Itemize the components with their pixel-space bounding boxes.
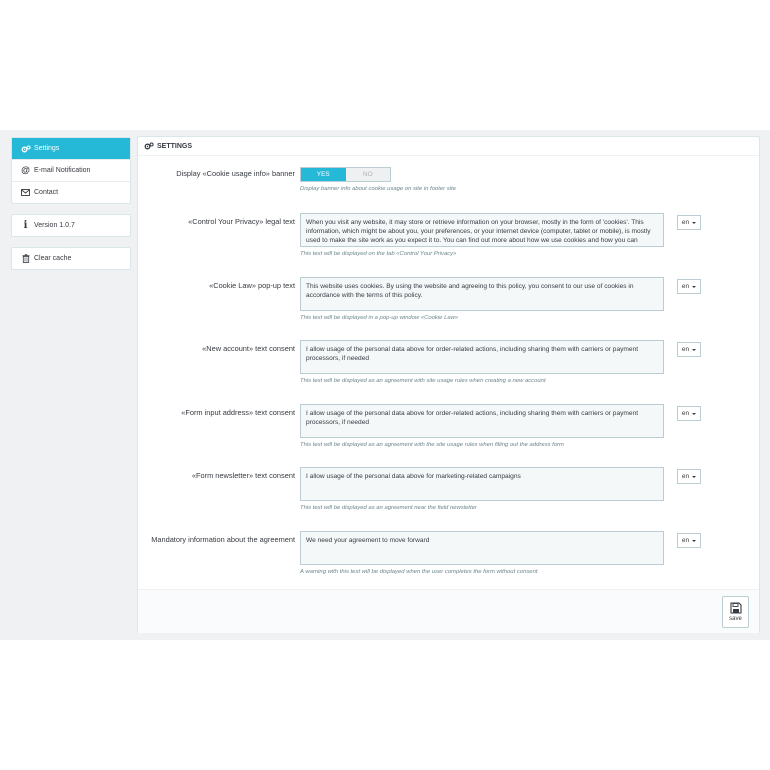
- language-label: en: [681, 346, 690, 353]
- clear-cache-label: Clear cache: [34, 255, 72, 262]
- help-text: This text will be displayed on the tab «…: [300, 251, 457, 257]
- panel-header: SETTINGS: [138, 137, 759, 156]
- caret-down-icon: [692, 475, 697, 478]
- new-account-textarea[interactable]: I allow usage of the personal data above…: [300, 340, 664, 374]
- info-icon: i: [23, 220, 28, 231]
- sidebar-menu: Settings @ E-mail Notification Contact: [11, 137, 131, 204]
- save-label: save: [729, 616, 742, 622]
- toggle-yes[interactable]: YES: [301, 168, 346, 181]
- sidebar: Settings @ E-mail Notification Contact i…: [11, 137, 131, 270]
- sidebar-item-label: E-mail Notification: [34, 167, 91, 174]
- language-label: en: [681, 537, 690, 544]
- newsletter-textarea[interactable]: I allow usage of the personal data above…: [300, 467, 664, 501]
- language-label: en: [681, 473, 690, 480]
- envelope-icon: [20, 189, 31, 196]
- cookie-law-textarea[interactable]: This website uses cookies. By using the …: [300, 277, 664, 311]
- at-icon: @: [21, 165, 30, 175]
- language-select[interactable]: en: [677, 342, 701, 357]
- sidebar-item-label: Contact: [34, 189, 59, 196]
- language-select[interactable]: en: [677, 215, 701, 230]
- floppy-disk-icon: [729, 602, 742, 614]
- language-label: en: [681, 219, 690, 226]
- gears-icon: [144, 142, 154, 150]
- help-text: This text will be displayed as an agreem…: [300, 442, 564, 448]
- help-text: This text will be displayed as an agreem…: [300, 378, 546, 384]
- caret-down-icon: [692, 412, 697, 415]
- mandatory-info-textarea[interactable]: We need your agreement to move forward: [300, 531, 664, 565]
- gears-icon: [20, 145, 31, 153]
- sidebar-item-label: Settings: [34, 145, 60, 152]
- clear-cache-button[interactable]: Clear cache: [11, 247, 131, 270]
- sidebar-item-contact[interactable]: Contact: [12, 182, 130, 203]
- save-button[interactable]: save: [722, 596, 749, 628]
- sidebar-item-email-notification[interactable]: @ E-mail Notification: [12, 160, 130, 182]
- field-label: «Form input address» text consent: [181, 408, 295, 417]
- help-text: This text will be displayed in a pop-up …: [300, 315, 459, 321]
- version-box: i Version 1.0.7: [11, 214, 131, 237]
- language-select[interactable]: en: [677, 279, 701, 294]
- settings-panel: SETTINGS Display «Cookie usage info» ban…: [137, 136, 760, 633]
- control-privacy-textarea[interactable]: When you visit any website, it may store…: [300, 213, 664, 247]
- caret-down-icon: [692, 285, 697, 288]
- language-select[interactable]: en: [677, 533, 701, 548]
- language-select[interactable]: en: [677, 469, 701, 484]
- field-label: Display «Cookie usage info» banner: [176, 169, 295, 178]
- sidebar-item-settings[interactable]: Settings: [12, 138, 130, 160]
- version-label: Version 1.0.7: [34, 222, 75, 229]
- toggle-no[interactable]: NO: [346, 168, 391, 181]
- field-label: «Cookie Law» pop-up text: [209, 281, 295, 290]
- caret-down-icon: [692, 539, 697, 542]
- address-textarea[interactable]: I allow usage of the personal data above…: [300, 404, 664, 438]
- language-label: en: [681, 410, 690, 417]
- caret-down-icon: [692, 348, 697, 351]
- panel-footer: save: [138, 589, 759, 633]
- language-select[interactable]: en: [677, 406, 701, 421]
- banner-toggle[interactable]: YES NO: [300, 167, 391, 182]
- field-label: «Form newsletter» text consent: [191, 471, 295, 480]
- caret-down-icon: [692, 221, 697, 224]
- help-text: Display banner info about cookie usage o…: [300, 186, 456, 192]
- help-text: This text will be displayed as an agreem…: [300, 505, 477, 511]
- module-config-page: Settings @ E-mail Notification Contact i…: [0, 130, 770, 640]
- field-label: «New account» text consent: [202, 344, 295, 353]
- panel-title: SETTINGS: [157, 142, 193, 150]
- help-text: A warning with this text will be display…: [300, 569, 538, 575]
- field-label: «Control Your Privacy» legal text: [188, 217, 295, 226]
- language-label: en: [681, 283, 690, 290]
- trash-icon: [20, 254, 31, 263]
- field-label: Mandatory information about the agreemen…: [151, 535, 295, 544]
